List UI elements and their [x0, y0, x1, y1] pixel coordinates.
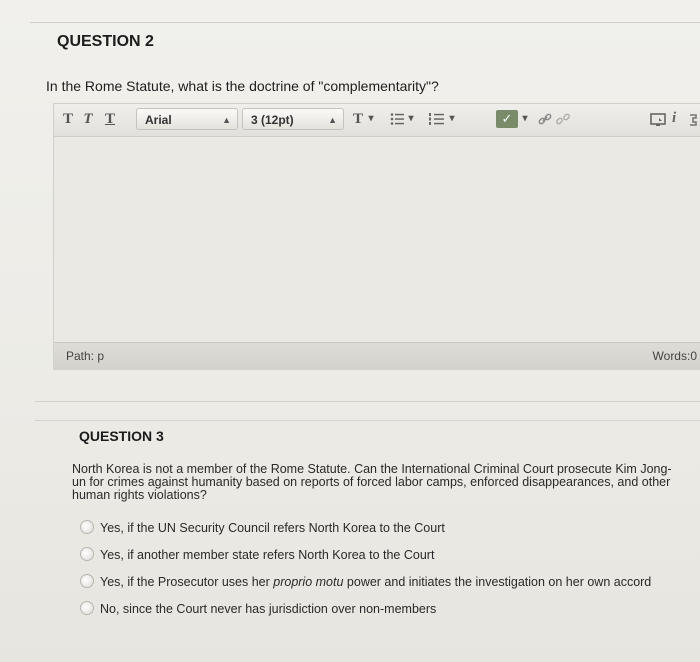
- top-divider: [30, 22, 700, 23]
- rich-text-editor: T T T Arial ▲ 3 (12pt) ▲ T ▾ ▾ ▾ ✓ ▾ i P…: [53, 103, 700, 370]
- option-label-end: power and initiates the investigation on…: [343, 575, 652, 589]
- font-size-value: 3 (12pt): [251, 113, 294, 127]
- italic-button[interactable]: T: [80, 109, 96, 129]
- page: QUESTION 2 In the Rome Statute, what is …: [0, 0, 700, 662]
- numbered-list-icon[interactable]: [429, 112, 444, 126]
- underline-button[interactable]: T: [102, 109, 118, 129]
- bullet-list-dropdown-icon[interactable]: ▾: [406, 109, 416, 129]
- spellcheck-dropdown-icon[interactable]: ▾: [520, 109, 530, 129]
- insert-media-icon[interactable]: [650, 113, 666, 127]
- question-divider: [35, 401, 700, 402]
- editor-status-bar: Path: p Words:0: [54, 342, 700, 369]
- text-color-button[interactable]: T: [350, 109, 366, 129]
- answer-option[interactable]: No, since the Court never has jurisdicti…: [80, 601, 436, 616]
- option-label: Yes, if the UN Security Council refers N…: [100, 521, 445, 535]
- radio-button[interactable]: [80, 574, 94, 588]
- option-label: No, since the Court never has jurisdicti…: [100, 602, 437, 616]
- numbered-list-dropdown-icon[interactable]: ▾: [447, 109, 457, 129]
- question-divider: [35, 420, 700, 421]
- answer-option[interactable]: Yes, if another member state refers Nort…: [80, 547, 434, 562]
- option-label-emphasis: proprio motu: [273, 575, 344, 589]
- select-arrows-icon: ▲: [222, 115, 231, 125]
- bold-button[interactable]: T: [60, 109, 76, 129]
- option-label-start: Yes, if the Prosecutor uses her: [100, 575, 274, 589]
- font-size-select[interactable]: 3 (12pt) ▲: [242, 108, 344, 130]
- editor-toolbar: T T T Arial ▲ 3 (12pt) ▲ T ▾ ▾ ▾ ✓ ▾ i: [54, 104, 700, 137]
- radio-button[interactable]: [80, 520, 94, 534]
- radio-button[interactable]: [80, 547, 94, 561]
- answer-text-area[interactable]: [54, 137, 700, 341]
- info-icon[interactable]: i: [672, 110, 680, 128]
- font-family-value: Arial: [145, 113, 172, 127]
- link-icon[interactable]: [538, 112, 552, 126]
- question-2-title: QUESTION 2: [57, 33, 154, 50]
- question-3-title: QUESTION 3: [79, 428, 164, 444]
- word-count: Words:0: [652, 349, 697, 363]
- radio-button[interactable]: [80, 601, 94, 615]
- question-3-prompt: North Korea is not a member of the Rome …: [72, 462, 672, 502]
- spellcheck-icon[interactable]: ✓: [496, 110, 518, 128]
- question-2-prompt: In the Rome Statute, what is the doctrin…: [46, 78, 439, 94]
- toggle-toolbar-icon[interactable]: [688, 113, 700, 127]
- answer-option[interactable]: Yes, if the Prosecutor uses her proprio …: [80, 574, 651, 589]
- option-label: Yes, if another member state refers Nort…: [100, 548, 435, 562]
- unlink-icon[interactable]: [556, 112, 570, 126]
- font-family-select[interactable]: Arial ▲: [136, 108, 238, 130]
- bullet-list-icon[interactable]: [390, 112, 404, 126]
- element-path: Path: p: [66, 349, 105, 363]
- select-arrows-icon: ▲: [328, 115, 337, 125]
- answer-option[interactable]: Yes, if the UN Security Council refers N…: [80, 520, 445, 535]
- text-color-dropdown-icon[interactable]: ▾: [366, 109, 376, 129]
